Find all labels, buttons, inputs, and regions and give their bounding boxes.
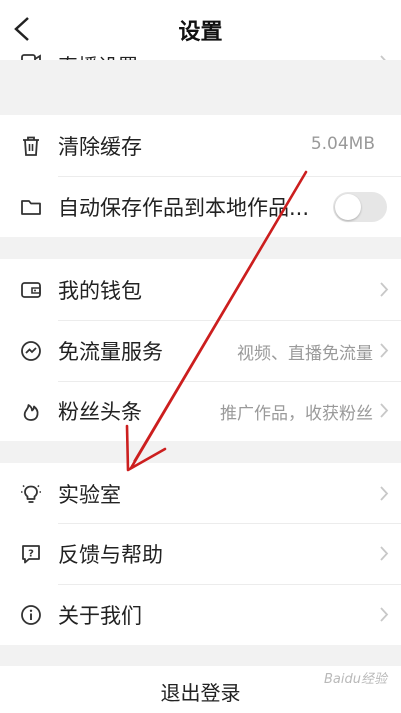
wallet-icon bbox=[21, 282, 41, 298]
settings-item-wallet[interactable]: 我的钱包 bbox=[0, 259, 401, 320]
page-title: 设置 bbox=[178, 20, 223, 45]
help-icon: ? bbox=[22, 545, 40, 564]
chevron-right-icon bbox=[380, 486, 389, 501]
chevron-right-icon bbox=[380, 546, 389, 561]
settings-item-fan-headline[interactable]: 粉丝头条 推广作品，收获粉丝 bbox=[0, 380, 401, 441]
storage-section: 清除缓存 5.04MB 自动保存作品到本地作品... bbox=[0, 115, 401, 237]
misc-section: 实验室 ? 反馈与帮助 关于我们 bbox=[0, 463, 401, 645]
settings-item-data-free[interactable]: 免流量服务 视频、直播免流量 bbox=[0, 320, 401, 381]
info-icon bbox=[21, 605, 41, 625]
settings-item-label: 自动保存作品到本地作品... bbox=[58, 196, 310, 220]
top-bar: 设置 直播设置 bbox=[0, 0, 401, 60]
svg-text:?: ? bbox=[28, 549, 34, 560]
chevron-right-icon bbox=[380, 343, 389, 358]
services-section: 我的钱包 免流量服务 视频、直播免流量 粉丝头条 推广作品，收获粉丝 bbox=[0, 259, 401, 441]
live-icon bbox=[21, 54, 41, 60]
auto-save-toggle[interactable] bbox=[333, 192, 387, 222]
trash-icon bbox=[23, 136, 39, 156]
settings-item-label: 反馈与帮助 bbox=[58, 543, 163, 567]
settings-item-label: 关于我们 bbox=[58, 604, 142, 628]
data-free-icon bbox=[21, 341, 41, 361]
settings-item-label: 免流量服务 bbox=[58, 340, 163, 364]
settings-item-label: 实验室 bbox=[58, 483, 121, 507]
settings-item-clear-cache[interactable]: 清除缓存 5.04MB bbox=[0, 115, 401, 176]
lightbulb-icon bbox=[21, 484, 41, 503]
toggle-knob bbox=[335, 194, 361, 220]
cache-size-value: 5.04MB bbox=[310, 134, 375, 154]
settings-item-live[interactable]: 直播设置 bbox=[0, 44, 401, 60]
settings-item-label: 我的钱包 bbox=[58, 279, 142, 303]
settings-item-label: 清除缓存 bbox=[58, 135, 142, 159]
flame-icon bbox=[23, 404, 39, 421]
chevron-right-icon bbox=[380, 607, 389, 622]
settings-item-label: 粉丝头条 bbox=[58, 400, 142, 424]
data-free-description: 视频、直播免流量 bbox=[237, 344, 373, 364]
settings-item-about[interactable]: 关于我们 bbox=[0, 584, 401, 645]
settings-item-lab[interactable]: 实验室 bbox=[0, 463, 401, 524]
watermark: Baidu经验 bbox=[324, 672, 387, 687]
settings-item-feedback[interactable]: ? 反馈与帮助 bbox=[0, 523, 401, 584]
chevron-right-icon bbox=[380, 282, 389, 297]
settings-item-label: 直播设置 bbox=[58, 50, 138, 60]
fan-headline-description: 推广作品，收获粉丝 bbox=[220, 404, 373, 424]
chevron-right-icon bbox=[380, 55, 386, 60]
settings-item-auto-save[interactable]: 自动保存作品到本地作品... bbox=[0, 176, 401, 237]
folder-icon bbox=[21, 200, 41, 215]
chevron-right-icon bbox=[380, 403, 389, 418]
